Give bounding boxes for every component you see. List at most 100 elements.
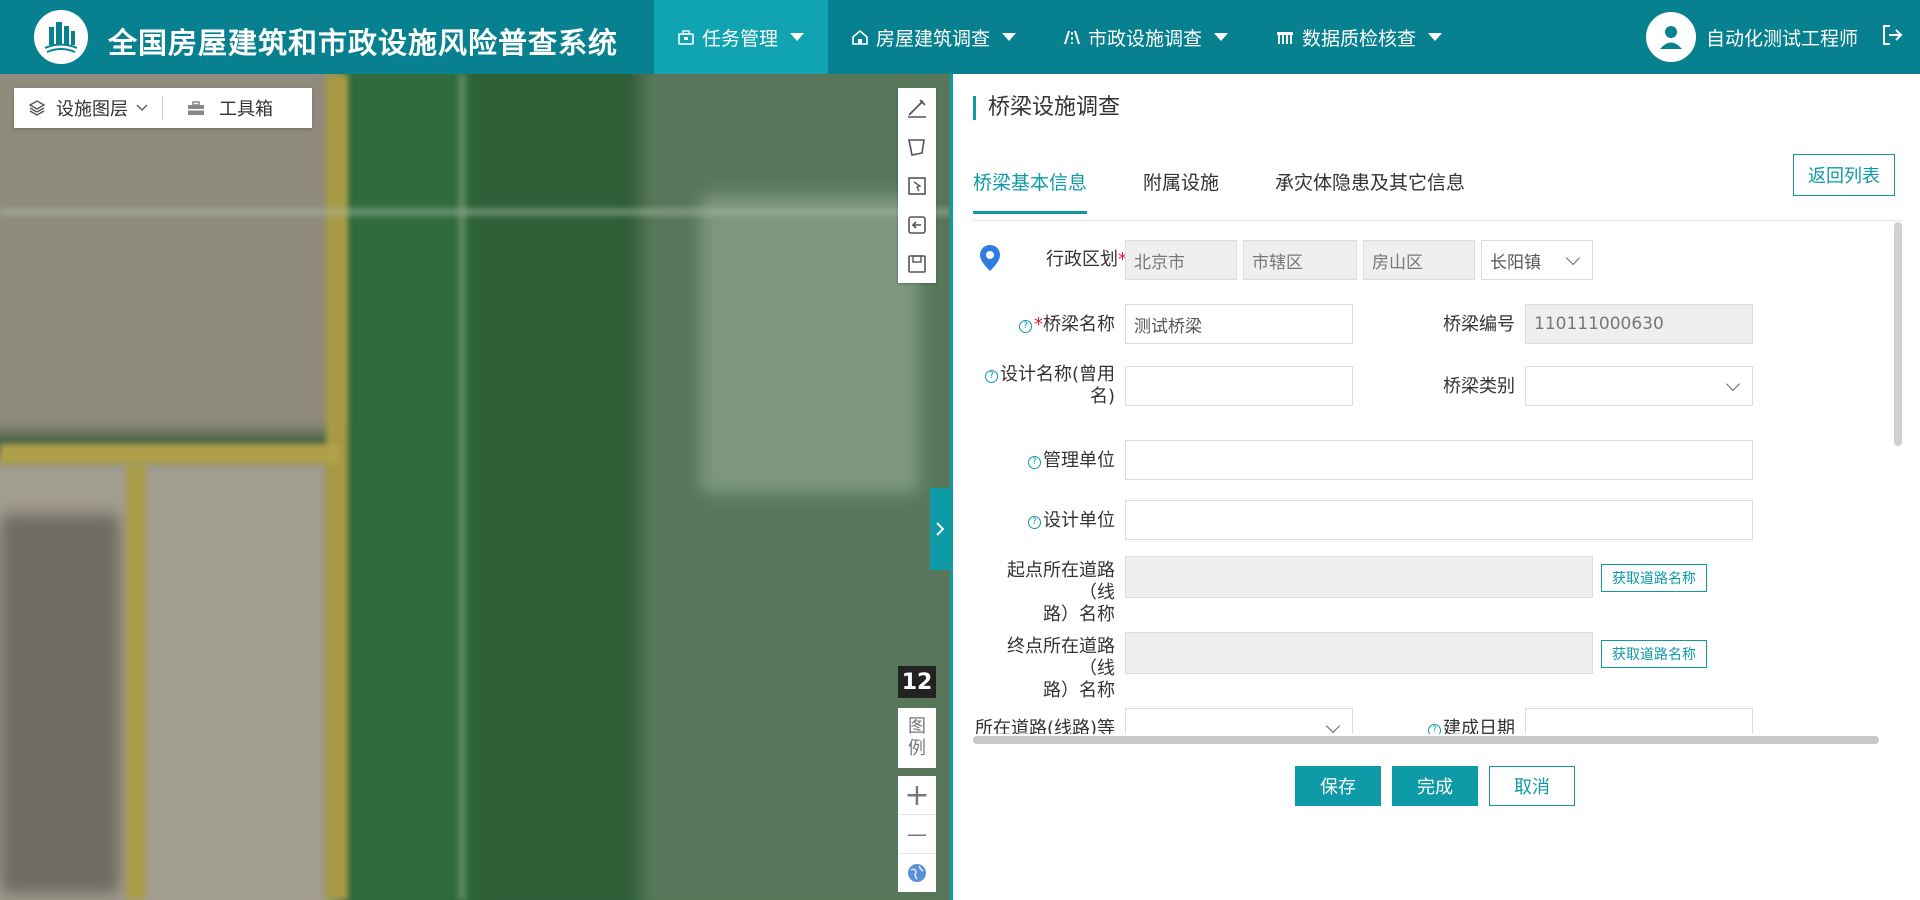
legend-label: 例	[908, 738, 926, 759]
map-draw-toolbar	[898, 88, 936, 283]
help-icon[interactable]: ?	[1428, 724, 1441, 734]
location-pin-icon	[979, 244, 1001, 272]
built-date-label: ? 建成日期	[1373, 718, 1515, 734]
save-button[interactable]: 保存	[1295, 766, 1381, 806]
chevron-down-icon	[1428, 33, 1443, 41]
map-layer-bar: 设施图层 工具箱	[14, 88, 312, 128]
vertical-scrollbar[interactable]	[1894, 222, 1902, 446]
form-row-start-road: 起点所在道路（线 路）名称 获取道路名称	[973, 554, 1903, 625]
username[interactable]: 自动化测试工程师	[1706, 24, 1858, 51]
tab-ancillary-facilities[interactable]: 附属设施	[1143, 162, 1219, 212]
design-unit-label: ? 设计单位	[973, 510, 1115, 532]
layers-icon	[28, 99, 46, 117]
top-header: 全国房屋建筑和市政设施风险普查系统 任务管理 房屋建筑调查 市政设施调查 数据质…	[0, 0, 1920, 74]
built-date-input[interactable]	[1525, 708, 1753, 734]
help-icon[interactable]: ?	[984, 370, 998, 383]
design-unit-input[interactable]	[1125, 500, 1753, 540]
start-road-label: 起点所在道路（线 路）名称	[1007, 560, 1115, 625]
horizontal-scrollbar[interactable]	[973, 736, 1879, 744]
map-road	[0, 208, 950, 216]
bridge-form: 行政区划* 北京市 市辖区 房山区 长阳镇 ? *桥梁名称 测试桥梁 桥梁编号 1…	[973, 224, 1903, 734]
form-tabs: 桥梁基本信息 附属设施 承灾体隐患及其它信息	[973, 162, 1521, 214]
layers-dropdown[interactable]: 设施图层	[14, 88, 162, 128]
form-row-end-road: 终点所在道路（线 路）名称 获取道路名称	[973, 630, 1903, 701]
form-actions: 保存 完成 取消	[1295, 766, 1586, 806]
logout-icon[interactable]	[1880, 23, 1904, 52]
cancel-button[interactable]: 取消	[1489, 766, 1575, 806]
map-terrain	[0, 514, 120, 894]
import-icon[interactable]	[898, 205, 936, 244]
road-grade-select[interactable]	[1125, 708, 1353, 734]
help-icon[interactable]: ?	[1028, 456, 1041, 469]
form-row-admin-region: 行政区划* 北京市 市辖区 房山区 长阳镇	[973, 224, 1903, 294]
select-area-icon[interactable]	[898, 166, 936, 205]
chevron-down-icon	[1214, 33, 1229, 41]
help-icon[interactable]: ?	[1028, 516, 1041, 529]
chevron-down-icon	[790, 33, 805, 41]
toolbox-label: 工具箱	[219, 99, 273, 120]
user-area: 自动化测试工程师	[1645, 12, 1904, 62]
chevron-right-icon	[936, 522, 945, 536]
end-road-input[interactable]	[1125, 632, 1593, 674]
bridge-name-input[interactable]: 测试桥梁	[1125, 304, 1353, 344]
map-road	[126, 464, 146, 900]
map-road	[458, 74, 466, 900]
mgmt-unit-input[interactable]	[1125, 440, 1753, 480]
design-name-input[interactable]	[1125, 366, 1353, 406]
back-to-list-button[interactable]: 返回列表	[1793, 154, 1895, 196]
satellite-map[interactable]: 设施图层 工具箱 12 图 例 + —	[0, 74, 950, 900]
toolbox-icon	[187, 100, 205, 116]
chevron-down-icon	[1002, 33, 1017, 41]
draw-line-icon[interactable]	[898, 88, 936, 127]
bridge-type-select[interactable]	[1525, 366, 1753, 406]
admin-region-label: 行政区划*	[1046, 249, 1127, 270]
map-road	[0, 444, 340, 464]
bridge-name-label: ? *桥梁名称	[973, 314, 1115, 336]
nav-label: 房屋建筑调查	[876, 27, 991, 50]
zoom-level-badge: 12	[898, 666, 936, 698]
bridge-code-input[interactable]: 110111000630	[1525, 304, 1753, 344]
globe-icon[interactable]	[898, 854, 936, 892]
district-select[interactable]: 房山区	[1363, 240, 1475, 280]
map-road	[326, 74, 348, 900]
mgmt-unit-label: ? 管理单位	[973, 450, 1115, 472]
legend-button[interactable]: 图 例	[898, 708, 936, 768]
tabs-divider	[973, 220, 1903, 221]
start-road-input[interactable]	[1125, 556, 1593, 598]
town-select[interactable]: 长阳镇	[1481, 240, 1593, 280]
zoom-in-button[interactable]: +	[898, 776, 936, 815]
app-title: 全国房屋建筑和市政设施风险普查系统	[108, 26, 619, 60]
bridge-code-label: 桥梁编号	[1443, 314, 1515, 335]
get-start-road-button[interactable]: 获取道路名称	[1601, 564, 1707, 592]
city-select[interactable]: 市辖区	[1243, 240, 1357, 280]
draw-polygon-icon[interactable]	[898, 127, 936, 166]
end-road-label: 终点所在道路（线 路）名称	[1007, 636, 1115, 701]
form-row-mgmt-unit: ? 管理单位	[973, 434, 1903, 484]
save-drawing-icon[interactable]	[898, 244, 936, 283]
province-select[interactable]: 北京市	[1125, 240, 1237, 280]
tab-bridge-basic-info[interactable]: 桥梁基本信息	[973, 162, 1088, 214]
finish-button[interactable]: 完成	[1392, 766, 1478, 806]
zoom-out-button[interactable]: —	[898, 815, 936, 854]
nav-housing-survey[interactable]: 房屋建筑调查	[828, 0, 1040, 74]
layers-label: 设施图层	[56, 99, 128, 120]
form-row-design-name: ? 设计名称(曾用 名) 桥梁类别	[973, 360, 1903, 420]
bridge-survey-panel: 桥梁设施调查 返回列表 桥梁基本信息 附属设施 承灾体隐患及其它信息 行政区划*…	[953, 74, 1920, 900]
map-terrain	[0, 74, 350, 434]
avatar[interactable]	[1645, 12, 1696, 62]
map-terrain	[700, 194, 920, 494]
tab-hazards-other-info[interactable]: 承灾体隐患及其它信息	[1275, 162, 1465, 212]
toolbox-button[interactable]: 工具箱	[163, 88, 287, 128]
nav-task-management[interactable]: 任务管理	[654, 0, 829, 74]
briefcase-icon	[678, 29, 694, 45]
bridge-type-label: 桥梁类别	[1443, 376, 1515, 397]
get-end-road-button[interactable]: 获取道路名称	[1601, 640, 1707, 668]
form-row-bridge-name: ? *桥梁名称 测试桥梁 桥梁编号 110111000630	[973, 298, 1903, 348]
help-icon[interactable]: ?	[1019, 320, 1032, 333]
nav-label: 数据质检核查	[1302, 27, 1417, 50]
nav-label: 市政设施调查	[1088, 27, 1203, 50]
road-grade-label: 所在道路(线路)等	[974, 718, 1115, 734]
nav-data-qc[interactable]: 数据质检核查	[1252, 0, 1466, 74]
nav-municipal-survey[interactable]: 市政设施调查	[1040, 0, 1252, 74]
collapse-panel-button[interactable]	[930, 488, 950, 570]
